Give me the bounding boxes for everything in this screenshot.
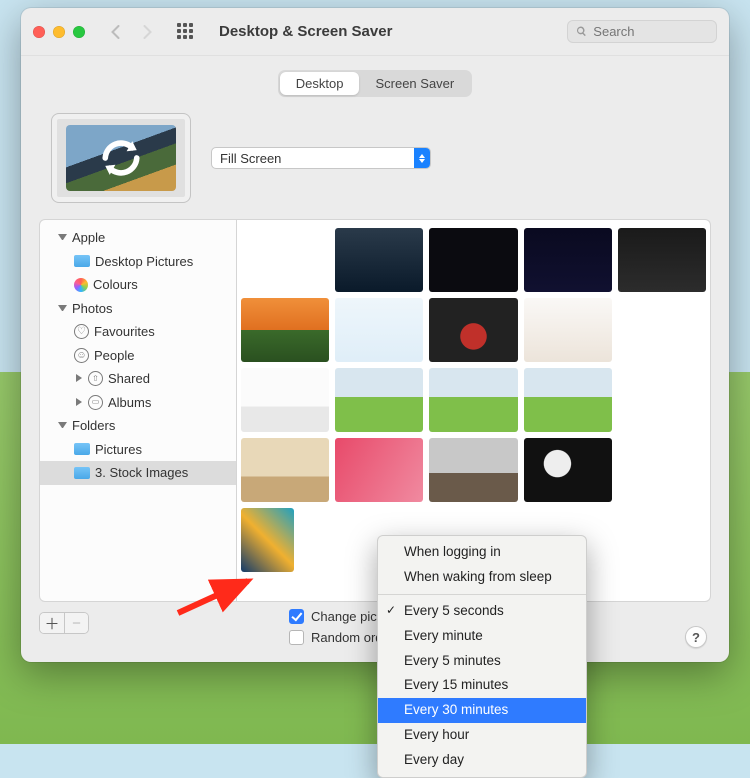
wallpaper-thumbnail[interactable]	[335, 228, 423, 292]
interval-option[interactable]: Every 5 minutes	[378, 649, 586, 674]
wallpaper-thumbnail[interactable]	[241, 508, 294, 572]
cycle-icon	[66, 125, 176, 191]
fill-mode-value: Fill Screen	[220, 151, 281, 166]
sidebar-item-shared[interactable]: ⇧ Shared	[40, 367, 236, 391]
sidebar-item-label: Favourites	[94, 322, 155, 342]
sidebar-item-stock-images[interactable]: 3. Stock Images	[40, 461, 236, 485]
interval-option[interactable]: Every day	[378, 748, 586, 773]
remove-folder-button[interactable]: −	[64, 613, 88, 633]
window-controls	[33, 26, 85, 38]
interval-option[interactable]: Every 5 seconds	[378, 599, 586, 624]
sidebar-item-label: 3. Stock Images	[95, 463, 188, 483]
chevron-right-icon	[74, 374, 83, 383]
sidebar-item-label: Desktop Pictures	[95, 252, 193, 272]
folder-icon	[74, 255, 90, 267]
window-title: Desktop & Screen Saver	[219, 23, 392, 40]
annotation-arrow	[170, 571, 270, 621]
wallpaper-thumbnail[interactable]	[241, 368, 329, 432]
wallpaper-thumbnail[interactable]	[241, 438, 329, 502]
wallpaper-thumbnail[interactable]	[429, 368, 517, 432]
popup-stepper-icon	[414, 148, 430, 168]
wallpaper-thumbnail[interactable]	[524, 298, 612, 362]
sidebar-item-pictures[interactable]: Pictures	[40, 438, 236, 462]
fill-mode-popup[interactable]: Fill Screen	[211, 147, 431, 169]
wallpaper-thumbnail[interactable]	[618, 228, 706, 292]
desktop-preview-thumbnail	[66, 125, 176, 191]
sidebar-item-desktop-pictures[interactable]: Desktop Pictures	[40, 250, 236, 274]
interval-option[interactable]: When waking from sleep	[378, 565, 586, 590]
wallpaper-thumbnail[interactable]	[335, 298, 423, 362]
back-button[interactable]	[103, 17, 127, 47]
search-input[interactable]	[593, 24, 708, 39]
wallpaper-thumbnail[interactable]	[335, 368, 423, 432]
sidebar-group-label: Photos	[72, 299, 112, 319]
chevron-down-icon	[58, 304, 67, 313]
sidebar-item-albums[interactable]: ▭ Albums	[40, 391, 236, 415]
sidebar-item-label: Albums	[108, 393, 151, 413]
search-icon	[576, 25, 587, 38]
wallpaper-thumbnail[interactable]	[524, 438, 612, 502]
preferences-window: Desktop & Screen Saver Desktop Screen Sa…	[21, 8, 729, 662]
forward-button[interactable]	[135, 17, 159, 47]
wallpaper-thumbnail[interactable]	[335, 438, 423, 502]
show-all-icon[interactable]	[177, 23, 195, 41]
folder-icon	[74, 443, 90, 455]
albums-icon: ▭	[88, 395, 103, 410]
interval-option[interactable]: When logging in	[378, 540, 586, 565]
sidebar-item-colours[interactable]: Colours	[40, 273, 236, 297]
sidebar-item-people[interactable]: ☺ People	[40, 344, 236, 368]
menu-separator	[378, 594, 586, 595]
wallpaper-thumbnail[interactable]	[429, 298, 517, 362]
wallpaper-thumbnail[interactable]	[429, 228, 517, 292]
close-window-button[interactable]	[33, 26, 45, 38]
sidebar-group-label: Folders	[72, 416, 115, 436]
heart-icon: ♡	[74, 324, 89, 339]
sidebar-item-label: Colours	[93, 275, 138, 295]
interval-option[interactable]: Every 15 minutes	[378, 673, 586, 698]
help-button[interactable]: ?	[685, 626, 707, 648]
preview-row: Fill Screen	[21, 113, 729, 219]
sidebar-group-photos[interactable]: Photos	[40, 297, 236, 321]
source-sidebar[interactable]: Apple Desktop Pictures Colours Photos ♡ …	[39, 219, 237, 602]
tab-screen-saver[interactable]: Screen Saver	[359, 72, 470, 95]
tab-bar: Desktop Screen Saver	[21, 56, 729, 113]
sidebar-item-label: People	[94, 346, 134, 366]
interval-option[interactable]: Every hour	[378, 723, 586, 748]
sidebar-group-folders[interactable]: Folders	[40, 414, 236, 438]
sidebar-group-apple[interactable]: Apple	[40, 226, 236, 250]
tab-desktop[interactable]: Desktop	[280, 72, 360, 95]
colours-icon	[74, 278, 88, 292]
add-remove-folder: ＋ −	[39, 612, 89, 634]
sidebar-group-label: Apple	[72, 228, 105, 248]
wallpaper-thumbnail[interactable]	[524, 368, 612, 432]
wallpaper-thumbnail[interactable]	[524, 228, 612, 292]
minimize-window-button[interactable]	[53, 26, 65, 38]
chevron-down-icon	[58, 421, 67, 430]
sidebar-item-favourites[interactable]: ♡ Favourites	[40, 320, 236, 344]
folder-icon	[74, 467, 90, 479]
shared-icon: ⇧	[88, 371, 103, 386]
titlebar: Desktop & Screen Saver	[21, 8, 729, 56]
sidebar-item-label: Shared	[108, 369, 150, 389]
random-order-checkbox[interactable]	[289, 630, 304, 645]
sidebar-item-label: Pictures	[95, 440, 142, 460]
chevron-right-icon	[74, 398, 83, 407]
person-icon: ☺	[74, 348, 89, 363]
change-picture-interval-menu[interactable]: When logging inWhen waking from sleep Eve…	[377, 535, 587, 778]
interval-option[interactable]: Every 30 minutes	[378, 698, 586, 723]
zoom-window-button[interactable]	[73, 26, 85, 38]
footer: ＋ − Change picture: Random order ?	[21, 602, 729, 662]
interval-option[interactable]: Every minute	[378, 624, 586, 649]
wallpaper-thumbnail[interactable]	[241, 298, 329, 362]
change-picture-checkbox[interactable]	[289, 609, 304, 624]
desktop-preview-well[interactable]	[51, 113, 191, 203]
add-folder-button[interactable]: ＋	[40, 613, 64, 633]
wallpaper-thumbnail[interactable]	[429, 438, 517, 502]
chevron-down-icon	[58, 233, 67, 242]
search-field[interactable]	[567, 20, 717, 43]
